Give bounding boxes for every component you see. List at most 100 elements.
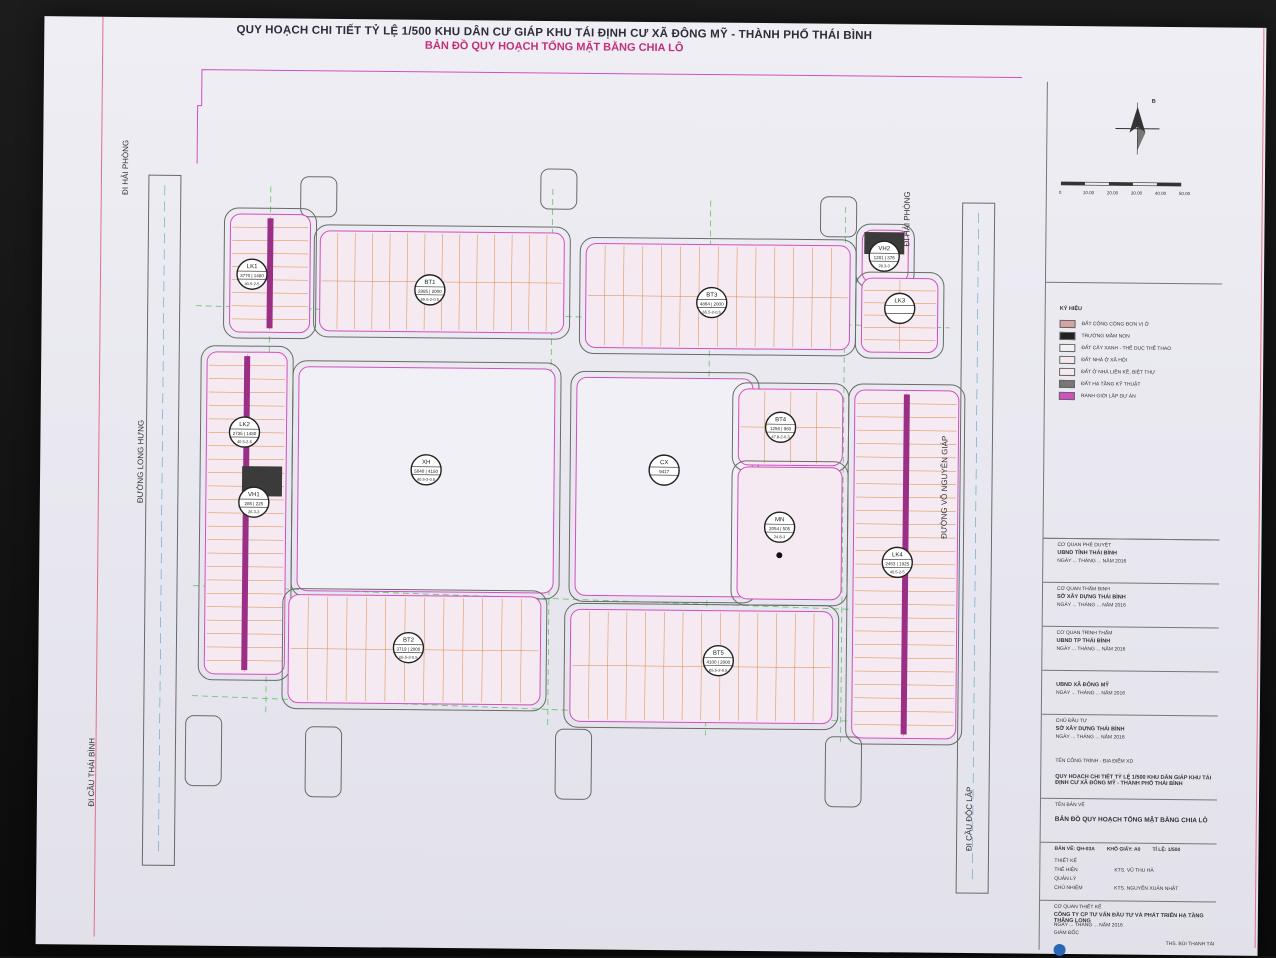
legend-label: ĐẤT HẠ TẦNG KỸ THUẬT xyxy=(1081,381,1141,388)
monitor-screen: QUY HOẠCH CHI TIẾT TỶ LỆ 1/500 KHU DÂN C… xyxy=(0,0,1276,956)
marker-code: LK3 xyxy=(894,298,905,304)
role-row: CHỦ NHIỆMKTS. NGUYỄN XUÂN NHẬT xyxy=(1054,885,1178,892)
role-name: KTS. VŨ THU HÀ xyxy=(1114,867,1153,873)
scale-label: 10.00 xyxy=(1083,190,1094,195)
legend-item: ĐẤT NHÀ Ở XÃ HỘI xyxy=(1059,356,1127,365)
approval-date: NGÀY ... THÁNG ... NĂM 2016 xyxy=(1057,602,1126,609)
highway-right xyxy=(956,203,995,893)
role-row: THIẾT KẾ xyxy=(1054,858,1114,865)
site-plan-svg: LK1 3770 | 1480 40.5-2-5 BT12885 | 200065.5… xyxy=(94,65,1102,955)
marker-area: 9417 xyxy=(659,469,670,474)
scale-label: 40.00 xyxy=(1155,191,1166,196)
scale-label: 0 xyxy=(1059,190,1062,195)
legend-label: TRƯỜNG MẦM NON xyxy=(1081,333,1129,339)
block-marker-bt5: BT54100 | 200065.5-2-0.5 xyxy=(703,646,733,676)
approval-org: UBND TỈNH THÁI BÌNH xyxy=(1057,550,1117,557)
marker-index: 65.5-2-0.5 xyxy=(399,655,418,660)
design-divider xyxy=(1040,900,1216,903)
block-marker-bt4: BT41256 | 98047.8-2-0.3 xyxy=(765,412,795,442)
marker-index: 29.3-3 xyxy=(878,263,890,268)
block-xh xyxy=(575,377,753,597)
approval-divider xyxy=(1042,714,1218,717)
road-stub-top-1 xyxy=(541,169,577,209)
marker-index: 65.5-2-0.5 xyxy=(703,309,722,314)
marker-area: 2054 | 505 xyxy=(769,526,791,531)
approval-divider xyxy=(1044,538,1220,541)
legend-item: ĐẤT Ở NHÀ LIỀN KỀ, BIỆT THỰ xyxy=(1059,368,1155,377)
approval-heading: CHỦ ĐẦU TƯ xyxy=(1056,718,1087,724)
legend-divider xyxy=(1046,282,1222,285)
marker-code: BT1 xyxy=(424,280,436,286)
block-marker-lk2: LK2 2735 | 1480 40.5-2-5 xyxy=(229,417,259,447)
approval-divider xyxy=(1043,626,1219,629)
drawing-heading: TÊN BẢN VẼ xyxy=(1055,802,1085,808)
highway-left xyxy=(142,175,181,865)
sheet-info-item: BẢN VẼ: QH-03A xyxy=(1055,846,1095,852)
road-stub-bottom-2 xyxy=(555,729,592,799)
block-marker-mn: MN2054 | 50524.8-3 xyxy=(764,512,794,542)
marker-index: 24.8-3 xyxy=(774,534,786,539)
marker-code: LK1 xyxy=(247,264,258,270)
scale-label: 50.00 xyxy=(1179,191,1190,196)
legend-label: RANH GIỚI LẬP DỰ ÁN xyxy=(1081,393,1136,400)
marker-code: BT2 xyxy=(403,638,415,644)
approval-org: UBND TP THÁI BÌNH xyxy=(1057,638,1111,645)
approval-date: NGÀY ... THÁNG ... NĂM 2016 xyxy=(1057,558,1126,565)
approval-org: UBND XÃ ĐÔNG MỸ xyxy=(1056,682,1109,689)
road-stub-top-0 xyxy=(301,177,337,217)
title-info-panel: B 0 10.00 20.00 30.00 40.00 50.00 KÝ HIỆU ĐẤT… xyxy=(1039,82,1224,952)
planning-drawing-sheet: QUY HOẠCH CHI TIẾT TỶ LỆ 1/500 KHU DÂN C… xyxy=(36,16,1267,956)
marker-area: 2735 | 1480 xyxy=(233,431,257,436)
marker-code: LK2 xyxy=(239,422,250,428)
approval-heading: CƠ QUAN PHÊ DUYỆT xyxy=(1057,542,1111,549)
north-label: B xyxy=(1152,99,1156,105)
marker-code: BT5 xyxy=(713,651,725,657)
road-stub-bottom-0 xyxy=(185,716,222,786)
block-marker-bt1: BT12885 | 200065.5-2-0.5 xyxy=(415,275,445,305)
legend-swatch xyxy=(1059,344,1075,352)
marker-code: BT3 xyxy=(706,293,718,299)
marker-code: VH1 xyxy=(248,492,260,498)
marker-index: 40.5-2-5 xyxy=(890,569,906,574)
legend-swatch xyxy=(1060,320,1076,328)
approval-heading: CƠ QUAN TRÌNH THẨM xyxy=(1057,630,1113,637)
legend-item: ĐẤT CÂY XANH - THỂ DỤC THỂ THAO xyxy=(1059,344,1171,353)
marker-area: 285 | 225 xyxy=(244,501,263,506)
marker-code: XH xyxy=(422,460,430,466)
company-logo-icon xyxy=(1054,944,1066,956)
highway-right-axis xyxy=(972,213,978,883)
approval-divider xyxy=(1043,582,1219,585)
road-stub-top-2 xyxy=(820,197,856,237)
drawing-divider xyxy=(1041,798,1217,801)
block-marker-cx: CX9417 xyxy=(649,455,679,485)
approval-org: SỞ XÂY DỰNG THÁI BÌNH xyxy=(1056,726,1125,733)
scale-label: 20.00 xyxy=(1107,190,1118,195)
director-label: GIÁM ĐỐC xyxy=(1054,930,1079,936)
marker-code: BT4 xyxy=(775,417,787,423)
legend-label: ĐẤT NHÀ Ở XÃ HỘI xyxy=(1081,357,1127,363)
road-stub-bottom-1 xyxy=(305,727,342,797)
road-label-hai-phong-left: ĐI HẢI PHÒNG xyxy=(121,140,131,195)
block-marker-bt3: BT34864 | 200065.5-2-0.5 xyxy=(697,287,727,317)
sheet-info-item: TỈ LỆ: 1/500 xyxy=(1152,847,1180,853)
sheet-info-item: KHỔ GIẤY: A0 xyxy=(1107,846,1141,852)
project-boundary xyxy=(197,70,1022,172)
road-label-cau-thai-binh: ĐI CẦU THÁI BÌNH xyxy=(87,738,97,807)
highway-left-axis xyxy=(158,185,164,855)
project-name: QUY HOẠCH CHI TIẾT TỶ LỆ 1/500 KHU DÂN G… xyxy=(1055,774,1215,788)
legend-swatch xyxy=(1059,356,1075,364)
legend-label: ĐẤT Ở NHÀ LIỀN KỀ, BIỆT THỰ xyxy=(1081,369,1155,376)
approval-date: NGÀY ... THÁNG ... NĂM 2016 xyxy=(1056,734,1125,741)
project-heading: TÊN CÔNG TRÌNH - ĐỊA ĐIỂM XD xyxy=(1055,758,1133,765)
legend-title: KÝ HIỆU xyxy=(1060,306,1082,312)
scale-label: 30.00 xyxy=(1131,191,1142,196)
marker-index: 40.5-2-5 xyxy=(237,439,253,444)
block-marker-vh1: VH1 285 | 225 26.3-3 xyxy=(239,487,269,517)
marker-area: 3770 | 1480 xyxy=(240,273,264,278)
legend-swatch xyxy=(1059,332,1075,340)
role-title: QUẢN LÝ xyxy=(1054,876,1114,883)
marker-area: 3719 | 2000 xyxy=(397,647,421,652)
north-arrow-icon xyxy=(1107,98,1168,159)
marker-index: 26.3-3 xyxy=(248,509,260,514)
approval-divider xyxy=(1042,670,1218,673)
